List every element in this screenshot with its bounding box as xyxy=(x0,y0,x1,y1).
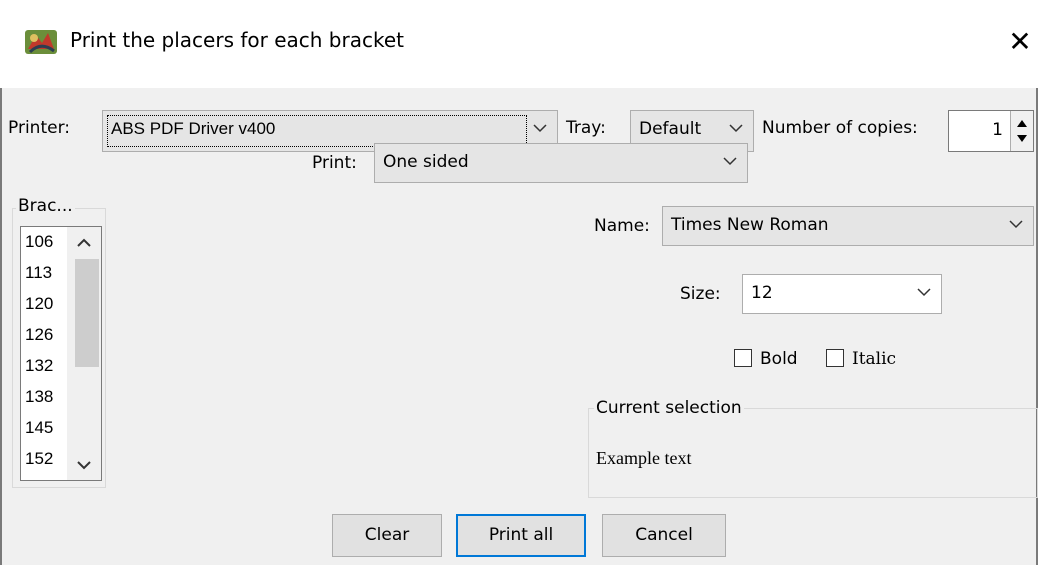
font-name-combo[interactable]: Times New Roman xyxy=(662,206,1034,246)
tray-label: Tray: xyxy=(566,118,606,138)
font-name-label: Name: xyxy=(594,216,650,236)
print-mode-value: One sided xyxy=(383,152,469,172)
copies-label: Number of copies: xyxy=(762,118,918,138)
spin-down-icon[interactable] xyxy=(1015,133,1029,145)
printer-value: ABS PDF Driver v400 xyxy=(111,119,276,138)
copies-spinner[interactable]: 1 xyxy=(948,110,1034,152)
printer-label: Printer: xyxy=(8,118,70,138)
chevron-down-icon xyxy=(917,288,931,297)
tray-value: Default xyxy=(639,119,702,139)
chevron-down-icon xyxy=(533,124,547,133)
italic-label: Italic xyxy=(852,349,897,369)
selection-group-title: Current selection xyxy=(594,398,744,418)
list-item[interactable]: 138 xyxy=(25,387,53,407)
close-icon[interactable]: ✕ xyxy=(1000,22,1038,62)
scroll-thumb[interactable] xyxy=(75,259,99,367)
spin-up-icon[interactable] xyxy=(1015,117,1029,129)
scroll-up-icon[interactable] xyxy=(75,235,93,251)
font-name-value: Times New Roman xyxy=(671,215,829,235)
list-item[interactable]: 152 xyxy=(25,449,53,469)
window-title: Print the placers for each bracket xyxy=(70,28,404,52)
list-scrollbar[interactable] xyxy=(67,227,101,480)
bracket-list[interactable]: 106 113 120 126 132 138 145 152 xyxy=(20,226,102,481)
scroll-down-icon[interactable] xyxy=(75,457,93,473)
bold-label: Bold xyxy=(760,349,798,369)
list-item[interactable]: 106 xyxy=(25,232,53,252)
print-mode-label: Print: xyxy=(312,153,357,173)
list-item[interactable]: 126 xyxy=(25,325,53,345)
print-mode-combo[interactable]: One sided xyxy=(374,143,748,183)
copies-value: 1 xyxy=(992,120,1003,140)
print-all-button[interactable]: Print all xyxy=(456,514,586,557)
list-item[interactable]: 132 xyxy=(25,356,53,376)
bold-checkbox[interactable] xyxy=(734,349,752,367)
bracket-group-title: Brac... xyxy=(16,196,75,216)
window-border-left xyxy=(0,88,2,565)
clear-button[interactable]: Clear xyxy=(332,514,442,557)
list-item[interactable]: 113 xyxy=(25,263,52,283)
copies-spin-buttons[interactable] xyxy=(1010,111,1033,151)
cancel-button[interactable]: Cancel xyxy=(602,514,726,557)
font-size-combo[interactable]: 12 xyxy=(742,274,942,314)
chevron-down-icon xyxy=(729,124,743,133)
font-size-value: 12 xyxy=(751,283,773,303)
list-item[interactable]: 145 xyxy=(25,418,53,438)
chevron-down-icon xyxy=(1009,220,1023,229)
italic-checkbox[interactable] xyxy=(826,349,844,367)
example-text: Example text xyxy=(596,448,692,468)
chevron-down-icon xyxy=(723,157,737,166)
list-item[interactable]: 120 xyxy=(25,294,53,314)
font-size-label: Size: xyxy=(680,284,721,304)
app-icon xyxy=(25,30,57,54)
